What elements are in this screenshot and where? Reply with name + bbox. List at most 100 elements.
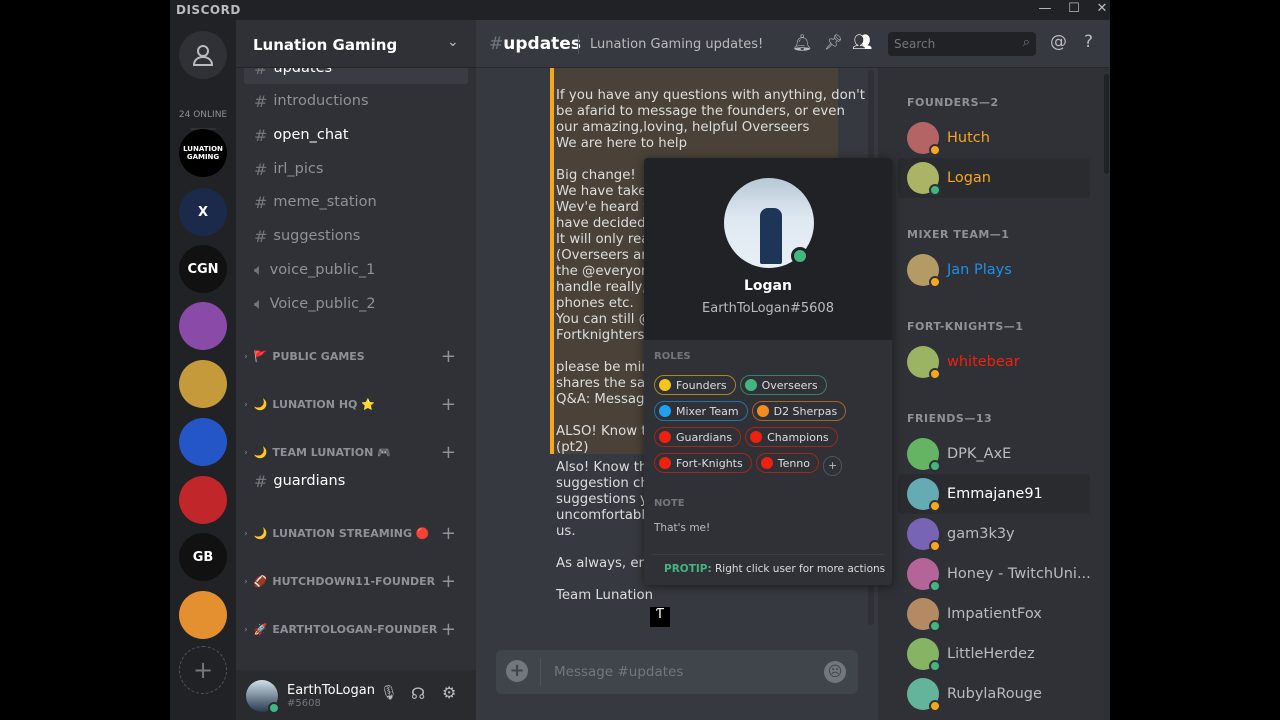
- user-panel: EarthToLogan #5608 🎙 ☊ ⚙: [236, 670, 476, 720]
- role-tenno[interactable]: Tenno: [755, 453, 820, 473]
- note-input[interactable]: That's me!: [654, 522, 710, 534]
- chevron-right-icon: ›: [244, 528, 248, 539]
- close-button[interactable]: ✕: [1092, 1, 1112, 16]
- channel-meme_station[interactable]: # meme_station: [244, 186, 468, 218]
- add-channel-icon[interactable]: +: [441, 619, 456, 640]
- role-mixer team[interactable]: Mixer Team: [654, 401, 748, 421]
- channel-name: voice_public_1: [269, 262, 376, 278]
- message-line: Team Lunation: [556, 588, 654, 603]
- search-icon: ⌕: [1022, 35, 1030, 50]
- status-online-icon: [929, 460, 941, 472]
- server-icon[interactable]: [179, 591, 227, 639]
- add-channel-icon[interactable]: +: [441, 523, 456, 544]
- role-d2 sherpas[interactable]: D2 Sherpas: [751, 401, 847, 421]
- category-4[interactable]: › 🏈 HUTCHDOWN11-FOUNDER +: [244, 571, 468, 592]
- role-guardians[interactable]: Guardians: [654, 427, 742, 447]
- channel-voice_public_2[interactable]: 🔈︎ Voice_public_2: [244, 288, 468, 320]
- chevron-down-icon[interactable]: ⌄: [447, 34, 459, 50]
- member-group-title: FORT-KNIGHTS—1: [907, 320, 1024, 333]
- role-champions[interactable]: Champions: [745, 427, 838, 447]
- member-name: Honey - TwitchUni...: [947, 566, 1091, 582]
- category-2[interactable]: › 🌙 TEAM LUNATION 🎮 +: [244, 442, 468, 463]
- member-item[interactable]: Jan Plays: [898, 250, 1090, 290]
- avatar: [907, 518, 941, 552]
- avatar: [907, 598, 941, 632]
- emoji-icon[interactable]: ☹: [824, 661, 846, 683]
- member-item[interactable]: ImpatientFox: [898, 594, 1090, 634]
- member-item[interactable]: Logan: [898, 158, 1090, 198]
- minimize-button[interactable]: —: [1035, 1, 1055, 16]
- channel-suggestions[interactable]: # suggestions: [244, 220, 468, 252]
- member-item[interactable]: Honey - TwitchUni...: [898, 554, 1091, 594]
- maximize-button[interactable]: ☐: [1064, 1, 1084, 16]
- add-channel-icon[interactable]: +: [441, 346, 456, 367]
- status-idle-icon: [929, 540, 941, 552]
- member-group-title: FRIENDS—13: [907, 412, 993, 425]
- status-idle-icon: [929, 500, 941, 512]
- embed-line: our amazing,loving, helpful Overseers: [556, 120, 810, 135]
- role-name: Fort-Knights: [676, 456, 743, 470]
- search-input[interactable]: Search ⌕: [888, 32, 1036, 56]
- avatar: [907, 678, 941, 712]
- category-name: PUBLIC GAMES: [272, 350, 365, 363]
- channel-introductions[interactable]: # introductions: [244, 85, 468, 117]
- category-3[interactable]: › 🌙 LUNATION STREAMING 🔴 +: [244, 523, 468, 544]
- category-emoji: 🚩: [253, 350, 268, 363]
- server-icon[interactable]: LUNATION GAMING: [179, 129, 227, 177]
- channel-irl_pics[interactable]: # irl_pics: [244, 153, 468, 185]
- friends-home-button[interactable]: [179, 31, 227, 79]
- role-founders[interactable]: Founders: [654, 375, 736, 395]
- member-item[interactable]: DPK_AxE: [898, 434, 1090, 474]
- mentions-icon[interactable]: @: [1050, 32, 1067, 52]
- add-channel-icon[interactable]: +: [441, 571, 456, 592]
- microphone-icon[interactable]: 🎙: [380, 685, 398, 701]
- server-header[interactable]: Lunation Gaming ⌄: [236, 20, 476, 68]
- role-overseers[interactable]: Overseers: [739, 375, 827, 395]
- member-item[interactable]: Emmajane91: [898, 474, 1090, 514]
- member-item[interactable]: gam3k3y: [898, 514, 1090, 554]
- channel-open_chat[interactable]: # open_chat: [244, 119, 468, 151]
- upload-plus-icon[interactable]: +: [506, 660, 528, 682]
- category-0[interactable]: › 🚩 PUBLIC GAMES +: [244, 346, 468, 367]
- add-role-button[interactable]: +: [823, 455, 843, 476]
- message-input[interactable]: Message #updates: [554, 664, 683, 680]
- channel-name: meme_station: [273, 194, 377, 210]
- member-scrollbar[interactable]: [1104, 74, 1109, 174]
- member-list-icon[interactable]: 👥︎: [852, 32, 872, 51]
- channel-guardians[interactable]: # guardians: [244, 465, 468, 497]
- channel-name: irl_pics: [273, 161, 324, 177]
- server-icon[interactable]: [179, 418, 227, 466]
- add-channel-icon[interactable]: +: [441, 442, 456, 463]
- server-icon[interactable]: GB: [179, 533, 227, 581]
- add-channel-icon[interactable]: +: [441, 394, 456, 415]
- category-1[interactable]: › 🌙 LUNATION HQ ⭐ +: [244, 394, 468, 415]
- friends-icon: [192, 45, 214, 66]
- pin-icon[interactable]: 📌︎: [824, 33, 843, 51]
- channel-voice_public_1[interactable]: 🔈︎ voice_public_1: [244, 254, 468, 286]
- member-item[interactable]: RubylaRouge: [898, 674, 1090, 714]
- server-icon[interactable]: X: [179, 188, 227, 236]
- avatar[interactable]: [246, 680, 280, 714]
- member-item[interactable]: whitebear: [898, 342, 1090, 382]
- profile-name: Logan: [744, 278, 792, 294]
- role-color-dot: [659, 457, 671, 469]
- status-online-icon: [929, 660, 941, 672]
- server-icon[interactable]: CGN: [179, 245, 227, 293]
- member-group-title: MIXER TEAM—1: [907, 228, 1010, 241]
- headphones-icon[interactable]: ☊: [411, 684, 425, 703]
- member-item[interactable]: Hutch: [898, 118, 1090, 158]
- server-icon[interactable]: [179, 476, 227, 524]
- notification-bell-icon[interactable]: 🔔︎: [792, 33, 812, 52]
- server-icon[interactable]: [179, 302, 227, 350]
- settings-gear-icon[interactable]: ⚙: [442, 683, 456, 702]
- server-icon[interactable]: [179, 360, 227, 408]
- message-composer[interactable]: + Message #updates ☹: [496, 650, 858, 694]
- category-emoji: 🌙: [253, 527, 268, 540]
- category-5[interactable]: › 🚀 EARTHTOLOGAN-FOUNDER +: [244, 619, 468, 640]
- help-icon[interactable]: ?: [1084, 32, 1093, 52]
- role-fort-knights[interactable]: Fort-Knights: [654, 453, 752, 473]
- member-name: DPK_AxE: [947, 446, 1012, 462]
- member-item[interactable]: LittleHerdez: [898, 634, 1090, 674]
- status-idle-icon: [929, 700, 941, 712]
- add-server-button[interactable]: +: [179, 646, 227, 694]
